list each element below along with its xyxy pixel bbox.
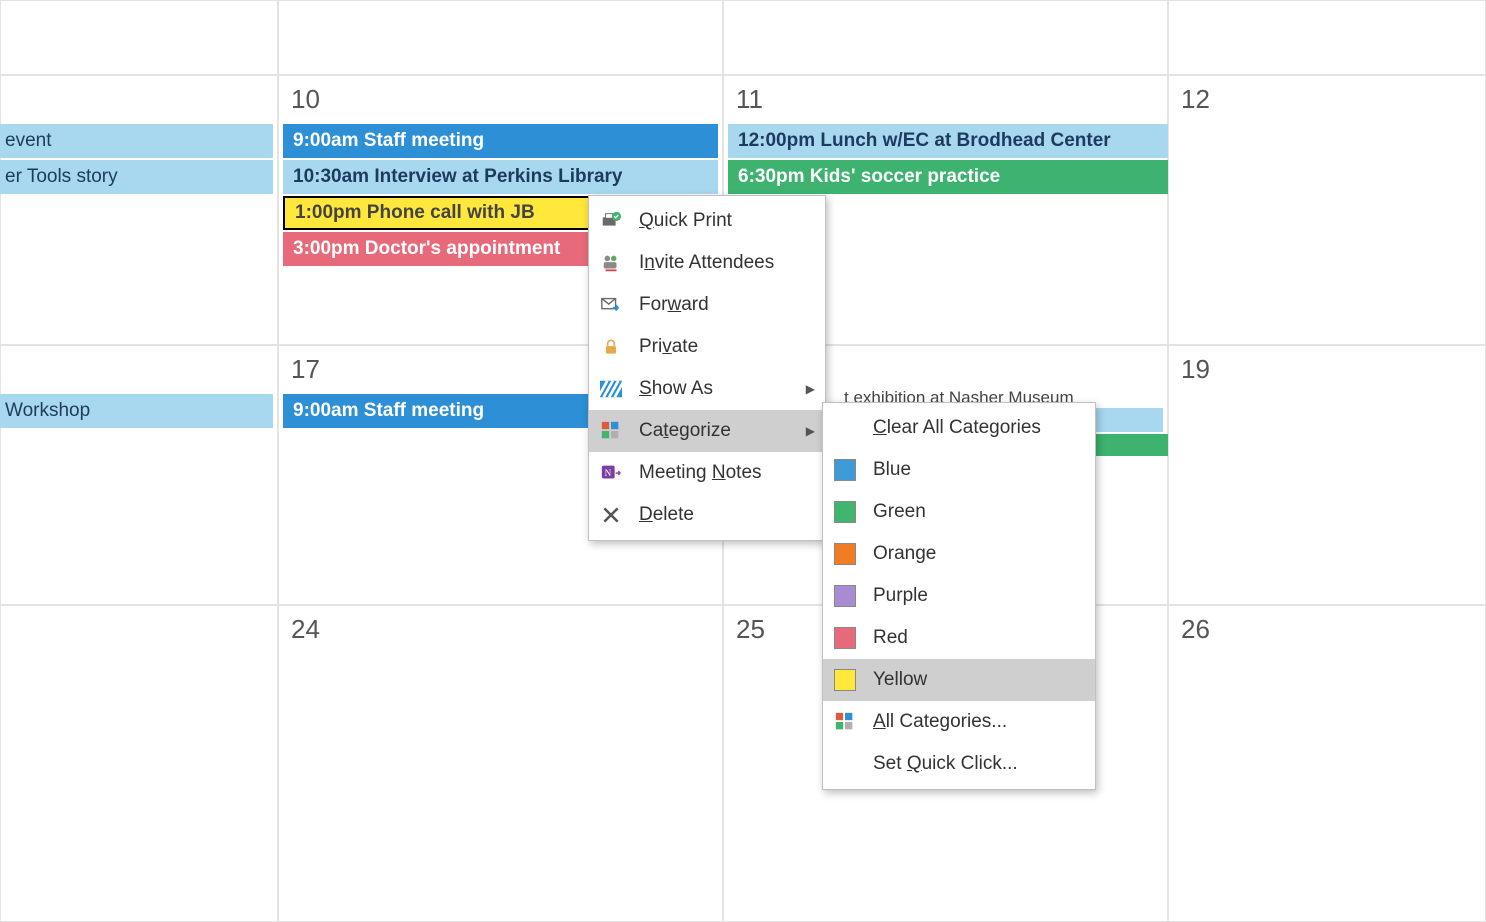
printer-check-icon [597, 207, 625, 235]
menu-delete[interactable]: Delete [589, 494, 825, 536]
submenu-category-red[interactable]: Red [823, 617, 1095, 659]
submenu-set-quick-click[interactable]: Set Quick Click... [823, 743, 1095, 785]
day-number: 19 [1169, 346, 1485, 393]
attendees-icon [597, 249, 625, 277]
submenu-category-yellow[interactable]: Yellow [823, 659, 1095, 701]
menu-label: Red [873, 627, 908, 649]
submenu-category-purple[interactable]: Purple [823, 575, 1095, 617]
menu-label: Clear All Categories [873, 417, 1041, 439]
menu-label: Blue [873, 459, 911, 481]
day-cell[interactable]: 19 [1168, 345, 1486, 605]
menu-label: Private [639, 336, 698, 358]
day-cell[interactable]: Workshop [0, 345, 278, 605]
color-swatch-purple [831, 582, 859, 610]
menu-label: Orange [873, 543, 936, 565]
color-swatch-green [831, 498, 859, 526]
submenu-category-blue[interactable]: Blue [823, 449, 1095, 491]
submenu-category-green[interactable]: Green [823, 491, 1095, 533]
submenu-category-orange[interactable]: Orange [823, 533, 1095, 575]
day-cell[interactable]: event er Tools story [0, 75, 278, 345]
calendar-event[interactable]: Workshop [0, 394, 273, 428]
lock-icon [597, 333, 625, 361]
menu-label: Delete [639, 504, 694, 526]
menu-label: Show As [639, 378, 713, 400]
menu-label: Purple [873, 585, 928, 607]
day-cell[interactable]: 26 [1168, 605, 1486, 922]
menu-label: Quick Print [639, 210, 732, 232]
menu-show-as[interactable]: Show As ▶ [589, 368, 825, 410]
forward-icon [597, 291, 625, 319]
menu-meeting-notes[interactable]: N Meeting Notes [589, 452, 825, 494]
busy-icon [597, 375, 625, 403]
menu-label: All Categories... [873, 711, 1007, 733]
menu-private[interactable]: Private [589, 326, 825, 368]
svg-text:N: N [605, 468, 612, 478]
weekday-header [1168, 0, 1486, 75]
menu-label: Green [873, 501, 926, 523]
day-cell[interactable]: 12 [1168, 75, 1486, 345]
menu-label: Set Quick Click... [873, 753, 1018, 775]
calendar-event[interactable]: 6:30pm Kids' soccer practice [728, 160, 1183, 194]
delete-icon [597, 501, 625, 529]
day-number: 26 [1169, 606, 1485, 653]
calendar-event[interactable]: 9:00am Staff meeting [283, 124, 718, 158]
categorize-submenu: Clear All Categories Blue Green Orange P… [822, 402, 1096, 790]
day-number: 24 [279, 606, 722, 653]
blank-icon [831, 750, 859, 778]
day-cell[interactable] [0, 605, 278, 922]
color-swatch-yellow [831, 666, 859, 694]
menu-categorize[interactable]: Categorize ▶ [589, 410, 825, 452]
submenu-clear-categories[interactable]: Clear All Categories [823, 407, 1095, 449]
day-number: 11 [724, 76, 1167, 123]
categories-icon [597, 417, 625, 445]
day-cell[interactable]: 24 [278, 605, 723, 922]
submenu-arrow-icon: ▶ [806, 424, 815, 438]
menu-invite-attendees[interactable]: Invite Attendees [589, 242, 825, 284]
color-swatch-orange [831, 540, 859, 568]
context-menu: Quick Print Invite Attendees Forward Pri… [588, 195, 826, 541]
onenote-icon: N [597, 459, 625, 487]
categories-icon [831, 708, 859, 736]
menu-label: Yellow [873, 669, 927, 691]
weekday-header [0, 0, 278, 75]
day-number: 10 [279, 76, 722, 123]
menu-label: Invite Attendees [639, 252, 774, 274]
calendar-event[interactable]: 10:30am Interview at Perkins Library [283, 160, 718, 194]
color-swatch-blue [831, 456, 859, 484]
calendar-event[interactable]: er Tools story [0, 160, 273, 194]
menu-quick-print[interactable]: Quick Print [589, 200, 825, 242]
submenu-all-categories[interactable]: All Categories... [823, 701, 1095, 743]
submenu-arrow-icon: ▶ [806, 382, 815, 396]
calendar-event[interactable]: event [0, 124, 273, 158]
menu-label: Forward [639, 294, 709, 316]
day-number: 12 [1169, 76, 1485, 123]
blank-icon [831, 414, 859, 442]
weekday-header [278, 0, 723, 75]
menu-label: Categorize [639, 420, 731, 442]
calendar-event[interactable]: 12:00pm Lunch w/EC at Brodhead Center [728, 124, 1183, 158]
color-swatch-red [831, 624, 859, 652]
menu-label: Meeting Notes [639, 462, 762, 484]
menu-forward[interactable]: Forward [589, 284, 825, 326]
weekday-header [723, 0, 1168, 75]
